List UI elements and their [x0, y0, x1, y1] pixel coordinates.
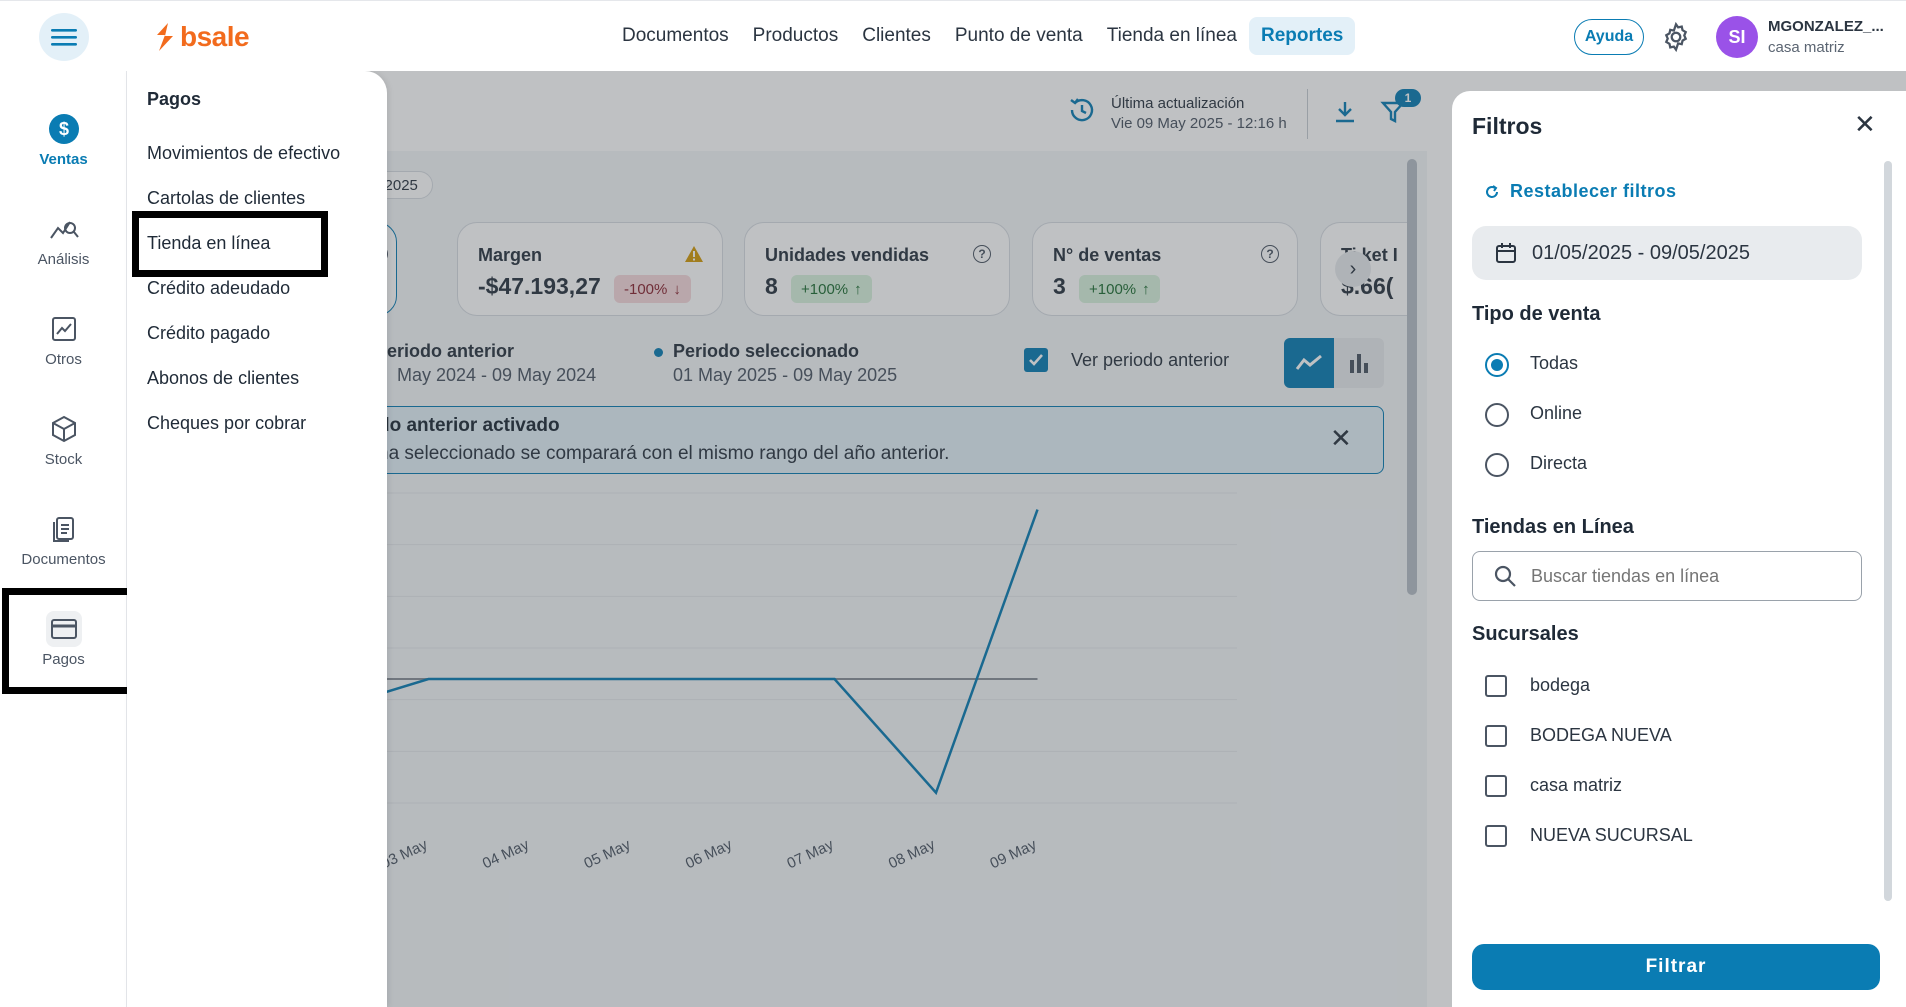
sidebar-item-otros[interactable]: Otros	[0, 311, 127, 368]
box-icon	[46, 411, 82, 447]
checkbox-label-bodega: bodega	[1530, 675, 1591, 695]
sidebar-item-label: Otros	[45, 351, 82, 368]
menu-item-credito-pagado[interactable]: Crédito pagado	[147, 323, 270, 344]
radio-label-online: Online	[1530, 403, 1583, 423]
checkbox-nueva-sucursal[interactable]	[1485, 825, 1507, 847]
filters-panel: Filtros ✕ Restablecer filtros 01/05/2025…	[1452, 91, 1906, 1007]
checkbox-label-nueva-sucursal: NUEVA SUCURSAL	[1530, 825, 1693, 845]
checkbox-label-casa-matriz: casa matriz	[1530, 775, 1623, 795]
nav-reportes[interactable]: Reportes	[1249, 17, 1356, 55]
refresh-icon	[1486, 184, 1498, 198]
sidebar-item-ventas[interactable]: $ Ventas	[0, 111, 127, 168]
analysis-icon	[46, 211, 82, 247]
sidebar-item-label: Stock	[44, 451, 83, 468]
pagos-menu-title: Pagos	[147, 89, 202, 109]
menu-item-credito-adeudado[interactable]: Crédito adeudado	[147, 278, 290, 299]
sidebar-item-analisis[interactable]: Análisis	[0, 211, 127, 268]
calendar-icon	[1496, 243, 1516, 263]
nav-productos[interactable]: Productos	[741, 17, 851, 55]
sidebar-item-documentos[interactable]: Documentos	[0, 511, 127, 568]
radio-todas[interactable]	[1485, 353, 1509, 377]
checkbox-casa-matriz[interactable]	[1485, 775, 1507, 797]
trend-icon	[46, 311, 82, 347]
radio-label-directa: Directa	[1530, 453, 1588, 473]
checkbox-bodega-nueva[interactable]	[1485, 725, 1507, 747]
menu-item-cartolas[interactable]: Cartolas de clientes	[147, 188, 305, 209]
reset-filters-label: Restablecer filtros	[1510, 181, 1677, 201]
close-icon[interactable]: ✕	[1854, 109, 1876, 140]
sidebar-item-stock[interactable]: Stock	[0, 411, 127, 468]
user-branch: casa matriz	[1768, 39, 1845, 56]
menu-item-abonos[interactable]: Abonos de clientes	[147, 368, 299, 389]
nav-documentos[interactable]: Documentos	[610, 17, 741, 55]
sucursales-title: Sucursales	[1472, 623, 1579, 645]
pagos-highlight-box	[2, 588, 138, 694]
reset-filters-button[interactable]: Restablecer filtros	[1484, 181, 1677, 202]
brand-name: bsale	[180, 21, 250, 52]
nav-clientes[interactable]: Clientes	[850, 17, 943, 55]
nav-punto-de-venta[interactable]: Punto de venta	[943, 17, 1095, 55]
checkbox-bodega[interactable]	[1485, 675, 1507, 697]
avatar[interactable]: SI	[1716, 16, 1758, 58]
filtrar-button[interactable]: Filtrar	[1472, 944, 1880, 990]
filters-title: Filtros	[1472, 113, 1543, 139]
date-range-value: 01/05/2025 - 09/05/2025	[1532, 241, 1750, 264]
svg-text:$: $	[58, 119, 68, 139]
tiendas-title: Tiendas en Línea	[1472, 516, 1634, 538]
tiendas-search[interactable]	[1472, 551, 1862, 601]
menu-item-movimientos[interactable]: Movimientos de efectivo	[147, 143, 340, 164]
menu-item-cheques[interactable]: Cheques por cobrar	[147, 413, 306, 434]
checkbox-label-bodega-nueva: BODEGA NUEVA	[1530, 725, 1672, 745]
radio-online[interactable]	[1485, 403, 1509, 427]
radio-label-todas: Todas	[1530, 353, 1579, 373]
bsale-logo[interactable]: bsale	[154, 19, 250, 55]
sidebar-item-label: Análisis	[37, 251, 90, 268]
search-icon	[1494, 565, 1516, 587]
help-button[interactable]: Ayuda	[1574, 19, 1644, 55]
sidebar: $ Ventas Análisis Otros Stock Documentos…	[0, 71, 127, 1007]
dollar-icon: $	[46, 111, 82, 147]
bsale-logo-mark-icon	[157, 23, 173, 51]
menu-icon[interactable]	[39, 13, 89, 61]
gear-icon[interactable]	[1660, 21, 1692, 53]
nav-tienda-en-linea[interactable]: Tienda en línea	[1095, 17, 1249, 55]
tipo-venta-title: Tipo de venta	[1472, 303, 1601, 325]
radio-directa[interactable]	[1485, 453, 1509, 477]
tiendas-search-input[interactable]	[1531, 565, 1831, 587]
sidebar-item-label: Ventas	[39, 151, 88, 168]
user-name[interactable]: MGONZALEZ_...	[1768, 18, 1884, 35]
tienda-en-linea-highlight-box	[132, 211, 328, 277]
main-nav: Documentos Productos Clientes Punto de v…	[610, 16, 1356, 56]
date-range-field[interactable]: 01/05/2025 - 09/05/2025	[1472, 226, 1862, 280]
top-navigation-bar: bsale Documentos Productos Clientes Punt…	[0, 0, 1906, 71]
sidebar-item-label: Documentos	[21, 551, 106, 568]
document-icon	[46, 511, 82, 547]
filters-scrollbar[interactable]	[1884, 161, 1892, 901]
